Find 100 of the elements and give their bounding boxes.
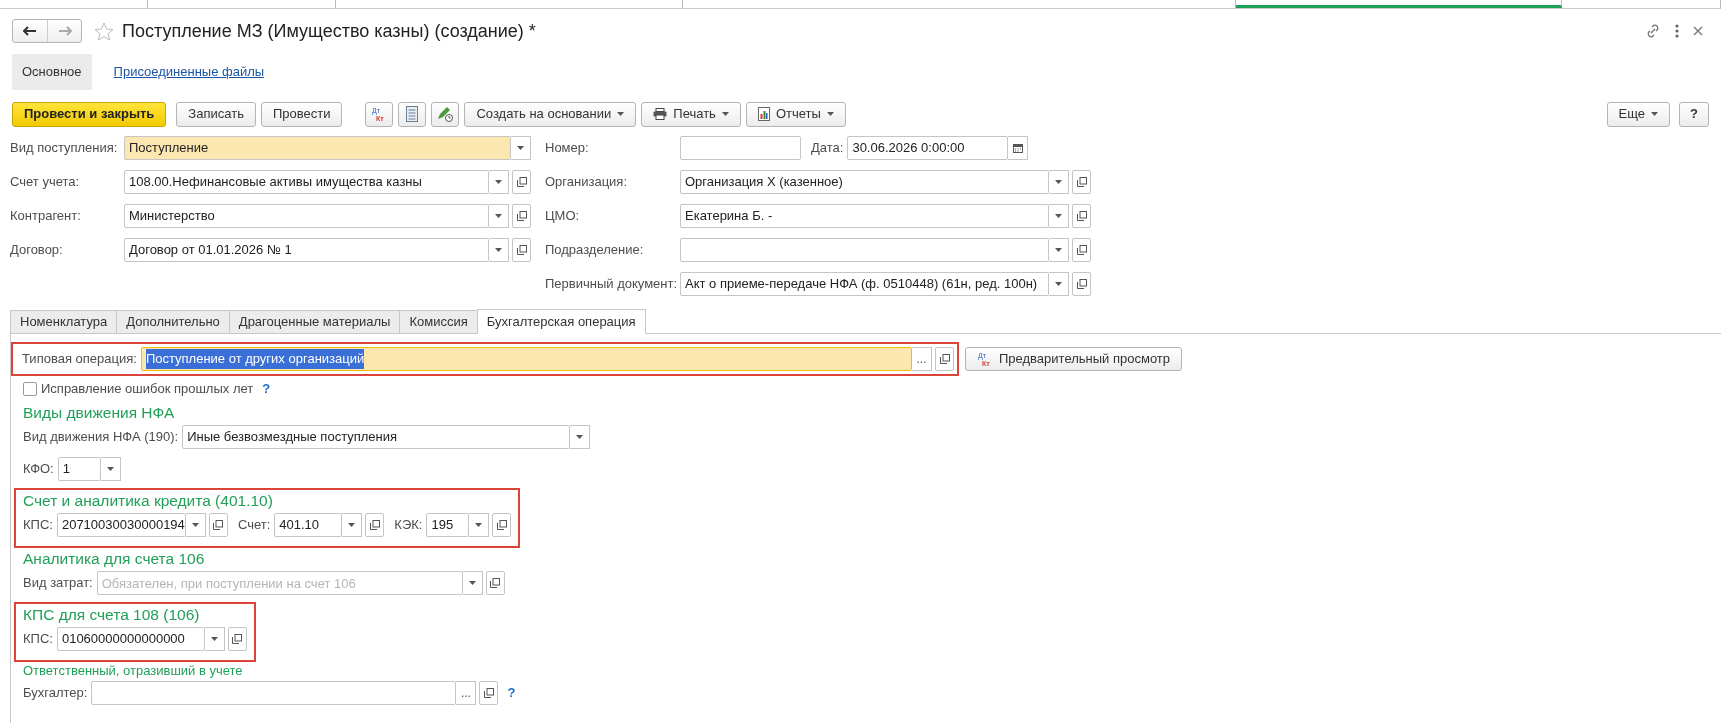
window-tab[interactable] bbox=[1236, 0, 1562, 8]
open-icon bbox=[1076, 245, 1087, 255]
dropdown-button[interactable] bbox=[1049, 272, 1069, 296]
dropdown-button[interactable] bbox=[489, 238, 509, 262]
caret-icon bbox=[475, 523, 483, 527]
dropdown-button[interactable] bbox=[185, 513, 206, 537]
help-button[interactable]: ? bbox=[1679, 101, 1709, 127]
toolbar-button[interactable]: Провести bbox=[260, 101, 343, 127]
menu-button[interactable]: Печать bbox=[641, 101, 741, 127]
post-and-close-button[interactable]: Провести и закрыть bbox=[12, 101, 167, 127]
printer-icon bbox=[653, 108, 668, 120]
dropdown-button[interactable] bbox=[489, 170, 509, 194]
open-button[interactable] bbox=[365, 513, 385, 537]
dropdown-button[interactable] bbox=[1049, 204, 1069, 228]
help-link[interactable]: ? bbox=[507, 683, 516, 703]
dropdown-field[interactable]: Министерство bbox=[124, 204, 489, 228]
dropdown-field[interactable]: 401.10 bbox=[274, 513, 343, 537]
field-label: Счет учета: bbox=[10, 173, 81, 192]
dropdown-field[interactable]: 195 bbox=[426, 513, 470, 537]
dropdown-button[interactable] bbox=[204, 627, 225, 651]
tab[interactable]: Комиссия bbox=[399, 310, 478, 334]
toolbar-icon-button[interactable] bbox=[431, 101, 460, 127]
menu-button[interactable]: Отчеты bbox=[745, 101, 846, 127]
checkbox[interactable] bbox=[23, 382, 37, 396]
more-menu-button[interactable]: Еще bbox=[1606, 101, 1670, 127]
open-button[interactable] bbox=[1072, 272, 1091, 296]
list-icon bbox=[406, 106, 419, 122]
field-label: КЭК: bbox=[394, 516, 423, 535]
select-button[interactable]: ... bbox=[912, 347, 932, 371]
link-icon[interactable] bbox=[1645, 23, 1661, 39]
dropdown-field[interactable]: 108.00.Нефинансовые активы имущества казны bbox=[124, 170, 489, 194]
dropdown-button[interactable] bbox=[462, 571, 483, 595]
help-link[interactable]: ? bbox=[262, 379, 271, 399]
field-label: КПС: bbox=[23, 516, 53, 535]
dropdown-field[interactable]: Организация Х (казенное) bbox=[680, 170, 1049, 194]
dropdown-field[interactable]: Иные безвозмездные поступления bbox=[182, 425, 571, 449]
tab[interactable]: Дополнительно bbox=[116, 310, 230, 334]
select-button[interactable]: ... bbox=[456, 681, 477, 705]
dropdown-field[interactable]: Поступление bbox=[124, 136, 511, 160]
field-label: Первичный документ: bbox=[545, 275, 679, 294]
dropdown-field[interactable]: Договор от 01.01.2026 № 1 bbox=[124, 238, 489, 262]
open-icon bbox=[516, 245, 527, 255]
dropdown-field[interactable]: 1 bbox=[57, 457, 101, 481]
open-button[interactable] bbox=[1072, 238, 1091, 262]
dropdown-button[interactable] bbox=[489, 204, 509, 228]
lookup-field[interactable] bbox=[91, 681, 457, 705]
dropdown-button[interactable] bbox=[1049, 238, 1069, 262]
section-link[interactable]: Присоединенные файлы bbox=[103, 54, 275, 90]
lookup-field[interactable]: Поступление от других организаций bbox=[140, 347, 912, 371]
dropdown-button[interactable] bbox=[1049, 170, 1069, 194]
open-icon bbox=[232, 634, 243, 644]
pencil-clock-icon bbox=[436, 106, 455, 122]
open-button[interactable] bbox=[512, 170, 531, 194]
open-button[interactable] bbox=[512, 238, 531, 262]
dropdown-button[interactable] bbox=[511, 136, 531, 160]
caret-icon bbox=[495, 214, 502, 218]
open-button[interactable] bbox=[485, 571, 505, 595]
calendar-button[interactable] bbox=[1008, 136, 1029, 160]
dropdown-button[interactable] bbox=[342, 513, 363, 537]
field-label: Дата: bbox=[811, 139, 844, 158]
open-button[interactable] bbox=[1072, 204, 1091, 228]
open-icon bbox=[1076, 279, 1087, 289]
dropdown-button[interactable] bbox=[100, 457, 121, 481]
field-label: ЦМО: bbox=[545, 207, 581, 226]
open-icon bbox=[1076, 177, 1087, 187]
toolbar-icon-button[interactable] bbox=[398, 101, 427, 127]
caret-icon bbox=[1055, 180, 1062, 184]
open-button[interactable] bbox=[492, 513, 512, 537]
menu-button[interactable]: Создать на основании bbox=[464, 101, 637, 127]
date-field[interactable]: 30.06.2026 0:00:00 bbox=[847, 136, 1009, 160]
open-button[interactable] bbox=[935, 347, 954, 371]
open-button[interactable] bbox=[208, 513, 228, 537]
star-icon[interactable] bbox=[94, 21, 114, 41]
tab[interactable]: Бухгалтерская операция bbox=[476, 309, 646, 334]
tab[interactable]: Драгоценные материалы bbox=[228, 310, 401, 334]
dropdown-field[interactable]: Акт о приеме-передаче НФА (ф. 0510448) (61н, ред. 100н) bbox=[680, 272, 1049, 296]
dropdown-field[interactable] bbox=[680, 238, 1049, 262]
caret-icon bbox=[1055, 248, 1062, 252]
open-button[interactable] bbox=[1072, 170, 1091, 194]
open-button[interactable] bbox=[479, 681, 499, 705]
section-tab[interactable]: Основное bbox=[12, 54, 92, 90]
group-heading: Ответственный, отразивший в учете bbox=[23, 662, 244, 680]
caret-icon bbox=[495, 248, 502, 252]
tab[interactable]: Номенклатура bbox=[10, 310, 118, 334]
dropdown-field[interactable]: 20710030030000194 bbox=[56, 513, 186, 537]
dropdown-field[interactable]: Обязателен, при поступлении на счет 106 bbox=[96, 571, 463, 595]
close-icon[interactable] bbox=[1693, 26, 1703, 36]
more-icon[interactable] bbox=[1675, 24, 1679, 38]
dropdown-field[interactable]: Екатерина Б. - bbox=[680, 204, 1049, 228]
toolbar-button[interactable]: Записать bbox=[176, 101, 256, 127]
back-arrow-icon bbox=[23, 26, 37, 36]
dropdown-field[interactable]: 01060000000000000 bbox=[56, 627, 205, 651]
open-button[interactable] bbox=[227, 627, 247, 651]
caret-icon bbox=[617, 112, 625, 116]
text-field[interactable] bbox=[680, 136, 801, 160]
caret-icon bbox=[721, 112, 729, 116]
caret-icon bbox=[826, 112, 834, 116]
dropdown-button[interactable] bbox=[469, 513, 490, 537]
open-button[interactable] bbox=[512, 204, 531, 228]
dropdown-button[interactable] bbox=[570, 425, 591, 449]
